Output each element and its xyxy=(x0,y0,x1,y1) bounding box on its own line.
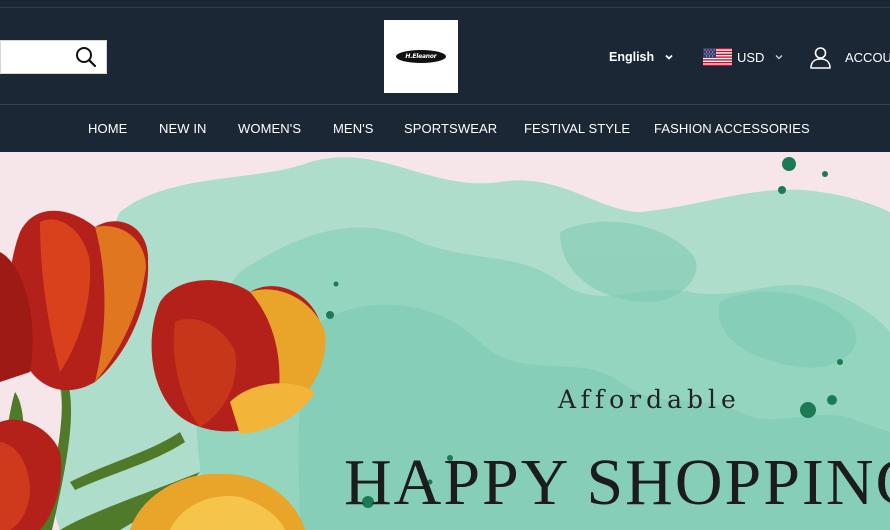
nav-item-sportswear[interactable]: SPORTSWEAR xyxy=(404,121,497,136)
site-logo[interactable]: H.Eleanor xyxy=(384,20,458,93)
language-selector[interactable]: English xyxy=(609,48,674,66)
main-navigation: HOME NEW IN WOMEN'S MEN'S SPORTSWEAR FES… xyxy=(0,106,890,152)
user-icon xyxy=(810,46,831,69)
currency-label: USD xyxy=(737,49,765,65)
site-header: H.Eleanor English USD ACCOU xyxy=(0,8,890,105)
banner-headline: HAPPY SHOPPING xyxy=(344,446,890,519)
chevron-down-icon xyxy=(775,55,783,60)
search-box xyxy=(0,40,107,74)
account-link[interactable]: ACCOUNT xyxy=(808,44,890,70)
nav-item-festival-style[interactable]: FESTIVAL STYLE xyxy=(524,121,630,136)
language-label: English xyxy=(609,50,655,64)
nav-item-fashion-accessories[interactable]: FASHION ACCESSORIES xyxy=(654,121,810,136)
search-input[interactable] xyxy=(1,41,67,73)
hero-banner[interactable]: Affordable HAPPY SHOPPING xyxy=(0,152,890,530)
currency-selector[interactable]: USD xyxy=(703,47,784,67)
account-label: ACCOUNT xyxy=(845,49,890,65)
logo-emblem: H.Eleanor xyxy=(396,50,446,63)
search-icon[interactable] xyxy=(74,45,98,69)
top-strip xyxy=(0,0,890,8)
banner-kicker: Affordable xyxy=(558,385,741,414)
nav-item-womens[interactable]: WOMEN'S xyxy=(238,121,301,136)
nav-item-home[interactable]: HOME xyxy=(88,121,127,136)
nav-item-mens[interactable]: MEN'S xyxy=(333,121,374,136)
nav-item-new-in[interactable]: NEW IN xyxy=(159,121,207,136)
chevron-down-icon xyxy=(665,54,673,60)
us-flag-icon xyxy=(703,48,732,66)
logo-text: H.Eleanor xyxy=(405,53,437,60)
